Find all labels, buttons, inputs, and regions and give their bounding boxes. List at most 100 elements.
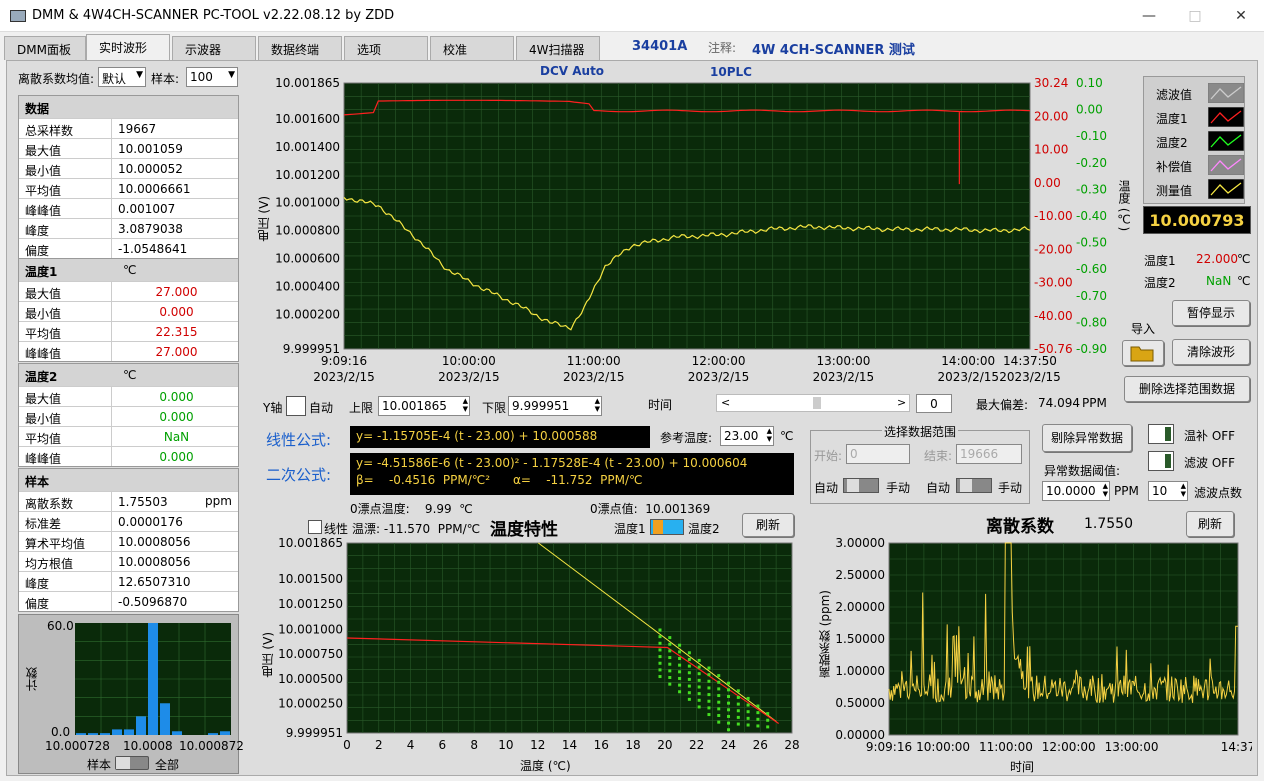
range-start-auto: 自动 xyxy=(814,481,839,495)
linear-checkbox[interactable] xyxy=(308,520,322,534)
ref-temp-input[interactable]: 23.00 ▲ ▼ xyxy=(720,426,774,446)
stat-row: 偏度 -1.0548641 xyxy=(19,238,238,258)
hist-switch-right: 全部 xyxy=(155,758,180,772)
tab-dmm-panel[interactable]: DMM面板 xyxy=(4,36,86,60)
main-x-date: 2023/2/15 xyxy=(313,370,375,384)
legend-swatch-icon xyxy=(1208,155,1244,175)
spinner-icon[interactable]: ▲ ▼ xyxy=(1103,482,1108,498)
disp-x-tick: 11:00:00 xyxy=(979,740,1033,754)
temp-x-tick: 4 xyxy=(407,738,415,752)
scroll-left-icon[interactable]: < xyxy=(721,396,730,409)
avg-select[interactable]: 默认 ▼ xyxy=(98,67,146,87)
legend-item[interactable]: 温度2 xyxy=(1156,130,1244,152)
temp-x-tick: 0 xyxy=(343,738,351,752)
temp-x-tick: 12 xyxy=(530,738,545,752)
scroll-thumb[interactable] xyxy=(813,397,821,409)
scatter-point xyxy=(717,687,721,691)
threshold-input[interactable]: 10.0000 ▲ ▼ xyxy=(1042,481,1110,501)
instrument-model: 34401A xyxy=(632,39,688,54)
disp-y-tick: 2.00000 xyxy=(835,600,885,614)
disp-refresh-button[interactable]: 刷新 xyxy=(1186,511,1234,537)
delete-range-button[interactable]: 删除选择范围数据 xyxy=(1124,376,1250,402)
tab-options[interactable]: 选项 xyxy=(344,36,428,60)
range-end-toggle[interactable] xyxy=(956,478,992,493)
note-label: 注释: xyxy=(708,41,737,55)
stat-value: 0.000 xyxy=(111,387,241,406)
minimize-button[interactable]: — xyxy=(1126,0,1172,32)
scatter-point xyxy=(658,635,662,639)
main-temp-tick: 0.00 xyxy=(1034,176,1061,190)
tab-realtime-wave[interactable]: 实时波形 xyxy=(86,34,170,61)
stats-sample-table: 样本 离散系数 1.75503 ppm 标准差 0.0000176 算术平均值 10.000… xyxy=(18,468,239,612)
hist-switch-left: 样本 xyxy=(87,758,112,772)
stats-temp2-title: 温度2 xyxy=(25,370,58,384)
scatter-point xyxy=(707,693,711,697)
main-x-date: 2023/2/15 xyxy=(999,370,1061,384)
scroll-right-icon[interactable]: > xyxy=(897,396,906,409)
histogram-bar xyxy=(112,729,122,735)
tab-oscilloscope[interactable]: 示波器 xyxy=(172,36,256,60)
scatter-point xyxy=(727,721,731,725)
main-y-tick: 10.000600 xyxy=(275,252,340,266)
time-position-field[interactable]: 0 xyxy=(916,394,952,413)
legend-item[interactable]: 测量值 xyxy=(1156,178,1244,200)
temp-y-tick: 10.000250 xyxy=(278,697,343,711)
time-scrollbar[interactable]: < > xyxy=(716,394,910,412)
stat-value: NaN xyxy=(111,427,241,446)
tab-4w-scanner[interactable]: 4W扫描器 xyxy=(516,36,600,60)
main-temp-tick: 20.00 xyxy=(1034,109,1068,123)
upper-label: 上限 xyxy=(349,401,374,415)
filter-points-input[interactable]: 10 ▲ ▼ xyxy=(1148,481,1188,501)
scatter-point xyxy=(717,707,721,711)
legend-item[interactable]: 补偿值 xyxy=(1156,154,1244,176)
comp-toggle[interactable] xyxy=(1148,424,1174,444)
stat-row: 偏度 -0.5096870 xyxy=(19,591,238,611)
stats-sample-title: 样本 xyxy=(19,469,238,491)
stat-value: -0.5096870 xyxy=(111,592,241,611)
tab-calibration[interactable]: 校准 xyxy=(430,36,514,60)
range-end-input[interactable]: 19666 xyxy=(956,444,1022,464)
clear-wave-button[interactable]: 清除波形 xyxy=(1172,339,1250,365)
temp-refresh-button[interactable]: 刷新 xyxy=(742,513,794,537)
yaxis-auto-checkbox[interactable] xyxy=(286,396,306,416)
spinner-icon[interactable]: ▲ ▼ xyxy=(767,427,772,443)
temp-sel-toggle[interactable] xyxy=(650,519,684,535)
hist-toggle-switch[interactable] xyxy=(115,756,149,770)
legend-item[interactable]: 滤波值 xyxy=(1156,82,1244,104)
scatter-point xyxy=(697,665,701,669)
tab-data-terminal[interactable]: 数据终端 xyxy=(258,36,342,60)
disp-xlabel: 时间 xyxy=(1010,760,1035,774)
main-right-axis-label: 温度 (℃) xyxy=(1117,180,1131,232)
stat-key: 平均值 xyxy=(25,327,62,341)
range-start-input[interactable]: 0 xyxy=(846,444,910,464)
maximize-button[interactable]: □ xyxy=(1172,0,1218,32)
scatter-point xyxy=(697,658,701,662)
sample-select[interactable]: 100 ▼ xyxy=(186,67,238,87)
scatter-point xyxy=(736,722,740,726)
spinner-icon[interactable]: ▲ ▼ xyxy=(595,397,600,413)
main-ylabel: 电压 (V) xyxy=(257,196,271,242)
stat-row: 总采样数 19667 xyxy=(19,118,238,138)
hist-ylabel: 计数 xyxy=(25,667,39,691)
lower-limit-input[interactable]: 9.999951 ▲ ▼ xyxy=(508,396,602,416)
temp-y-tick: 10.001250 xyxy=(278,597,343,611)
disp-x-tick: 13:00:00 xyxy=(1105,740,1159,754)
scatter-point xyxy=(687,651,691,655)
range-start-toggle[interactable] xyxy=(843,478,879,493)
temp-x-tick: 16 xyxy=(594,738,609,752)
spinner-icon[interactable]: ▲ ▼ xyxy=(1181,482,1186,498)
disp-x-tick: 9:09:16 xyxy=(866,740,912,754)
zero-drift-value: 0漂点值: 10.001369 xyxy=(590,502,711,516)
temp-y-tick: 10.000750 xyxy=(278,647,343,661)
stat-value: 0.001007 xyxy=(111,199,241,218)
stat-key: 最大值 xyxy=(25,392,62,406)
spinner-icon[interactable]: ▲ ▼ xyxy=(463,397,468,413)
temp-x-tick: 8 xyxy=(470,738,478,752)
remove-abnormal-button[interactable]: 剔除异常数据 xyxy=(1042,424,1132,452)
filter-toggle[interactable] xyxy=(1148,451,1174,471)
pause-display-button[interactable]: 暂停显示 xyxy=(1172,300,1250,326)
close-button[interactable]: ✕ xyxy=(1218,0,1264,32)
legend-item[interactable]: 温度1 xyxy=(1156,106,1244,128)
import-button[interactable] xyxy=(1122,340,1164,366)
upper-limit-input[interactable]: 10.001865 ▲ ▼ xyxy=(378,396,470,416)
